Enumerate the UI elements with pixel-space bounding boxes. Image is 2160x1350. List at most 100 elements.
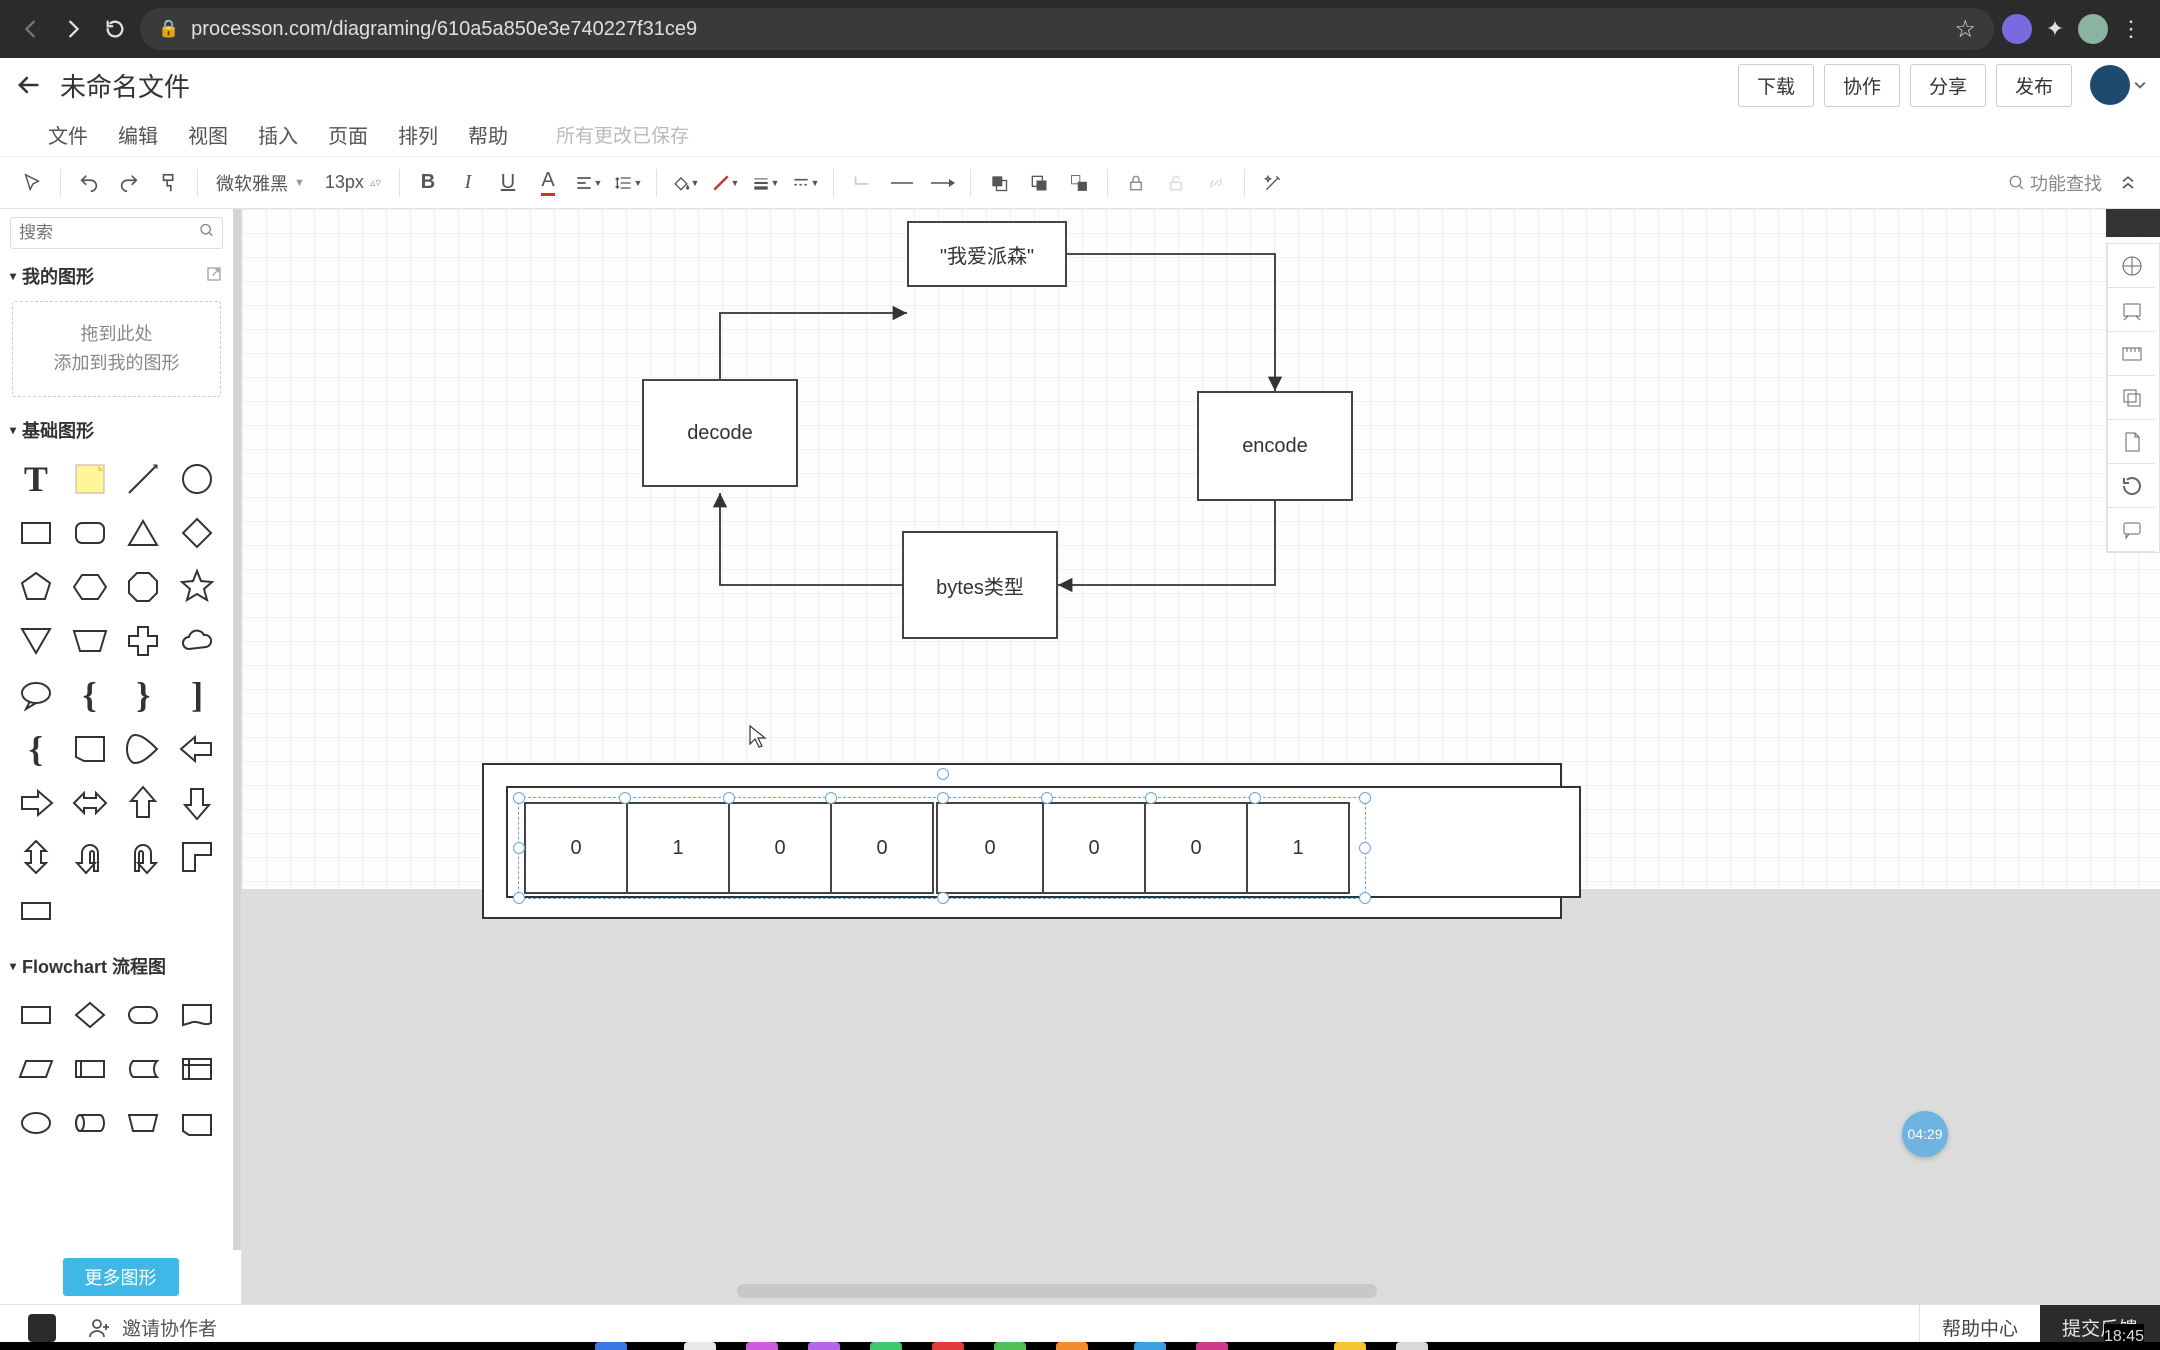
sidebar-scrollbar[interactable] xyxy=(233,209,241,1250)
collab-button[interactable]: 协作 xyxy=(1824,64,1900,107)
lock-button[interactable] xyxy=(1118,165,1154,201)
section-basic-shapes[interactable]: ▾ 基础图形 xyxy=(0,411,233,449)
page-icon[interactable] xyxy=(2107,420,2155,464)
shape-text[interactable]: T xyxy=(12,457,60,501)
connector-elbow-button[interactable] xyxy=(844,165,880,201)
text-color-button[interactable]: A xyxy=(530,165,566,201)
document-title[interactable]: 未命名文件 xyxy=(60,67,190,104)
shape-arrow-up[interactable] xyxy=(120,781,168,825)
node-top[interactable]: "我爱派森" xyxy=(907,221,1067,287)
node-encode[interactable]: encode xyxy=(1197,391,1353,501)
profile-avatar-icon[interactable] xyxy=(2078,14,2108,44)
italic-button[interactable]: I xyxy=(450,165,486,201)
shape-brace-left[interactable]: { xyxy=(66,673,114,717)
fill-color-button[interactable]: ▼ xyxy=(667,165,703,201)
group-button[interactable] xyxy=(1061,165,1097,201)
underline-button[interactable]: U xyxy=(490,165,526,201)
shape-inv-triangle[interactable] xyxy=(12,619,60,663)
shape-search[interactable] xyxy=(10,217,223,249)
shape-card[interactable] xyxy=(66,727,114,771)
menu-file[interactable]: 文件 xyxy=(48,120,88,149)
font-size-select[interactable]: 13px ▵▿ xyxy=(317,172,389,193)
invite-collaborator[interactable]: 邀请协作者 xyxy=(28,1314,217,1342)
collapse-sidebar-button[interactable] xyxy=(2110,165,2146,201)
menu-help[interactable]: 帮助 xyxy=(468,120,508,149)
node-bytes[interactable]: bytes类型 xyxy=(902,531,1058,639)
shape-roundrect[interactable] xyxy=(66,511,114,555)
selection-outline[interactable] xyxy=(518,797,1366,899)
send-back-button[interactable] xyxy=(1021,165,1057,201)
shape-search-input[interactable] xyxy=(10,217,223,249)
shape-uturn-right[interactable] xyxy=(120,835,168,879)
shape-cross[interactable] xyxy=(120,619,168,663)
bring-front-button[interactable] xyxy=(981,165,1017,201)
section-flowchart[interactable]: ▾ Flowchart 流程图 xyxy=(0,947,233,985)
align-button[interactable]: ▼ xyxy=(570,165,606,201)
star-icon[interactable]: ☆ xyxy=(1954,15,1976,44)
fc-terminator[interactable] xyxy=(120,993,168,1037)
shape-note[interactable] xyxy=(66,457,114,501)
fit-icon[interactable] xyxy=(2107,288,2155,332)
shape-arrow-ud[interactable] xyxy=(12,835,60,879)
extensions-icon[interactable]: ✦ xyxy=(2040,14,2070,44)
shape-drop[interactable] xyxy=(120,727,168,771)
shape-arrow-down[interactable] xyxy=(173,781,221,825)
navigator-icon[interactable] xyxy=(2107,244,2155,288)
fc-predefined[interactable] xyxy=(66,1047,114,1091)
fc-seq[interactable] xyxy=(12,1101,60,1145)
line-weight-button[interactable]: ▼ xyxy=(747,165,783,201)
shape-trapezoid[interactable] xyxy=(66,619,114,663)
fc-process[interactable] xyxy=(12,993,60,1037)
canvas[interactable]: "我爱派森" decode encode bytes类型 xyxy=(242,209,2160,1304)
shape-circle[interactable] xyxy=(173,457,221,501)
shape-brace-right[interactable]: } xyxy=(120,673,168,717)
history-icon[interactable] xyxy=(2107,464,2155,508)
fc-stored[interactable] xyxy=(120,1047,168,1091)
fc-document[interactable] xyxy=(173,993,221,1037)
nav-back-button[interactable] xyxy=(14,12,48,46)
publish-button[interactable]: 发布 xyxy=(1996,64,2072,107)
section-my-shapes[interactable]: ▾ 我的图形 xyxy=(0,257,233,295)
shape-hexagon[interactable] xyxy=(66,565,114,609)
bold-button[interactable]: B xyxy=(410,165,446,201)
minimap-toggle[interactable] xyxy=(2106,209,2160,237)
layer-icon[interactable] xyxy=(2107,376,2155,420)
line-color-button[interactable]: ▼ xyxy=(707,165,743,201)
menu-edit[interactable]: 编辑 xyxy=(118,120,158,149)
shape-line[interactable] xyxy=(120,457,168,501)
shape-arrow-left[interactable] xyxy=(173,727,221,771)
floating-timer-badge[interactable]: 04:29 xyxy=(1902,1111,1948,1157)
extension-icon-1[interactable] xyxy=(2002,14,2032,44)
menu-view[interactable]: 视图 xyxy=(188,120,228,149)
share-button[interactable]: 分享 xyxy=(1910,64,1986,107)
fc-decision[interactable] xyxy=(66,993,114,1037)
line-style-button[interactable]: ▼ xyxy=(787,165,823,201)
shape-arrow-lr[interactable] xyxy=(66,781,114,825)
menu-arrange[interactable]: 排列 xyxy=(398,120,438,149)
fc-manual[interactable] xyxy=(120,1101,168,1145)
shape-rect[interactable] xyxy=(12,511,60,555)
shape-bracket-right[interactable]: ] xyxy=(173,673,221,717)
comment-icon[interactable] xyxy=(2107,508,2155,552)
fc-direct[interactable] xyxy=(66,1101,114,1145)
download-button[interactable]: 下载 xyxy=(1738,64,1814,107)
format-painter-button[interactable] xyxy=(151,165,187,201)
shape-drop-zone[interactable]: 拖到此处 添加到我的图形 xyxy=(12,301,221,397)
fc-internal[interactable] xyxy=(173,1047,221,1091)
connector-end-button[interactable] xyxy=(924,165,960,201)
font-family-select[interactable]: 微软雅黑 ▼ xyxy=(208,170,313,196)
shape-pentagon[interactable] xyxy=(12,565,60,609)
shape-rect2[interactable] xyxy=(12,889,60,933)
shape-octagon[interactable] xyxy=(120,565,168,609)
undo-button[interactable] xyxy=(71,165,107,201)
shape-uturn-left[interactable] xyxy=(66,835,114,879)
redo-button[interactable] xyxy=(111,165,147,201)
cursor-tool-button[interactable] xyxy=(14,165,50,201)
nav-forward-button[interactable] xyxy=(56,12,90,46)
ruler-icon[interactable] xyxy=(2107,332,2155,376)
connector-start-button[interactable] xyxy=(884,165,920,201)
node-decode[interactable]: decode xyxy=(642,379,798,487)
function-search[interactable]: 功能查找 xyxy=(2008,170,2102,196)
user-menu[interactable] xyxy=(2090,65,2146,105)
back-arrow-button[interactable] xyxy=(10,67,46,103)
